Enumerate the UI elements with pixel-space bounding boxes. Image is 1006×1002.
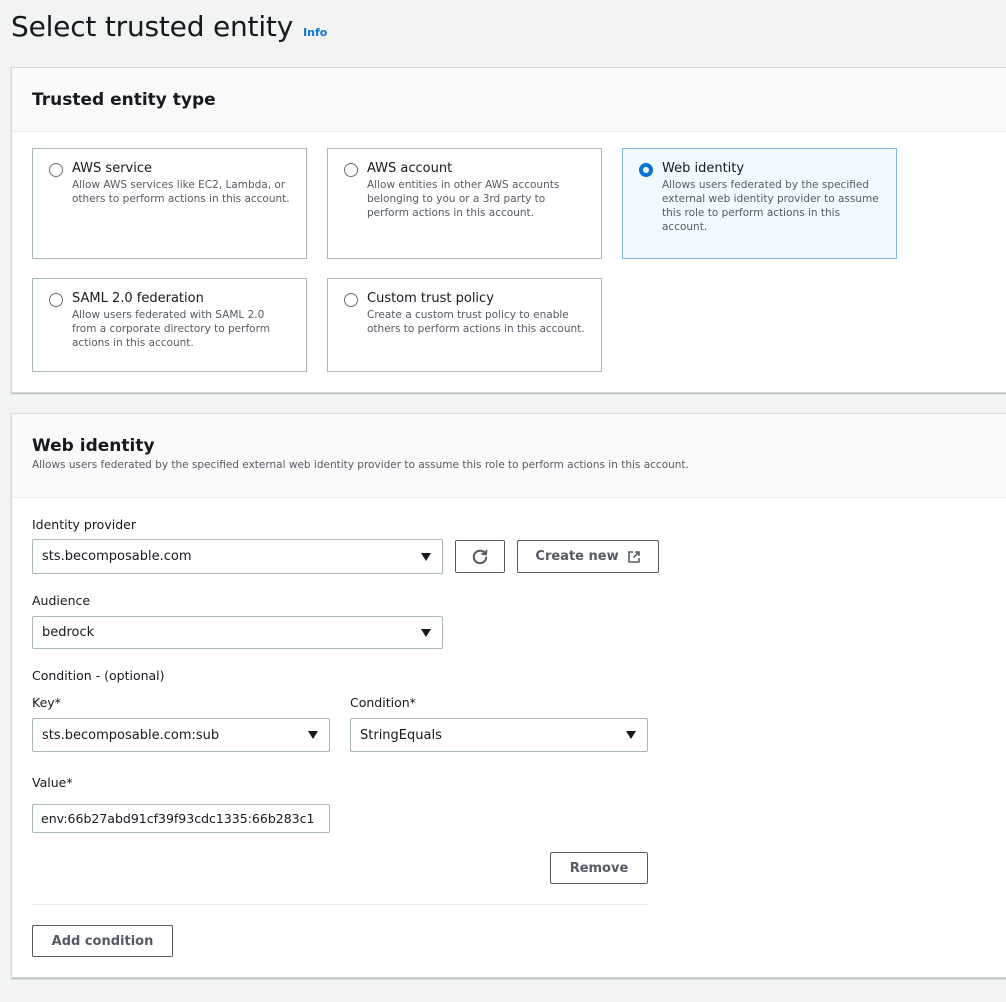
condition-value: StringEquals	[360, 727, 442, 743]
add-condition-button[interactable]: Add condition	[32, 925, 173, 957]
caret-down-icon	[421, 552, 431, 561]
audience-label: Audience	[32, 593, 91, 608]
trusted-entity-panel: Trusted entity type AWS service Allow AW…	[11, 67, 1006, 393]
condition-select[interactable]: StringEquals	[350, 718, 648, 752]
value-label: Value*	[32, 775, 73, 790]
tile-description: Allow AWS services like EC2, Lambda, or …	[72, 179, 290, 205]
tile-description: Allows users federated by the specified …	[662, 179, 879, 233]
tile-aws-account[interactable]: AWS account Allow entities in other AWS …	[327, 148, 602, 259]
audience-value: bedrock	[42, 625, 95, 640]
tile-description: Allow entities in other AWS accounts bel…	[367, 179, 560, 219]
key-select[interactable]: sts.becomposable.com:sub	[32, 718, 330, 752]
caret-down-icon	[308, 731, 318, 739]
remove-button[interactable]: Remove	[550, 852, 648, 884]
radio-custom-trust-policy[interactable]	[344, 293, 358, 307]
web-identity-panel: Web identity Allows users federated by t…	[11, 413, 1006, 978]
tile-web-identity[interactable]: Web identity Allows users federated by t…	[622, 148, 897, 259]
web-identity-heading: Web identity	[32, 436, 155, 456]
tile-title: Custom trust policy	[367, 291, 494, 306]
refresh-icon	[472, 549, 488, 564]
value-input[interactable]	[32, 804, 330, 833]
tile-saml-federation[interactable]: SAML 2.0 federation Allow users federate…	[32, 278, 307, 372]
page-header: Select trusted entity Info	[11, 10, 327, 43]
tile-custom-trust-policy[interactable]: Custom trust policy Create a custom trus…	[327, 278, 602, 372]
web-identity-description: Allows users federated by the specified …	[32, 459, 689, 471]
key-value: sts.becomposable.com:sub	[42, 727, 220, 743]
page-title: Select trusted entity	[11, 10, 294, 43]
radio-saml-federation[interactable]	[49, 293, 63, 307]
identity-provider-value: sts.becomposable.com	[42, 549, 192, 564]
trusted-entity-panel-header: Trusted entity type	[12, 68, 1006, 132]
trusted-entity-heading: Trusted entity type	[32, 90, 216, 110]
condition-section-label: Condition - (optional)	[32, 668, 165, 683]
caret-down-icon	[421, 628, 431, 637]
divider	[32, 904, 648, 905]
tile-description: Create a custom trust policy to enable o…	[367, 309, 585, 335]
tile-title: AWS account	[367, 161, 453, 176]
tile-title: AWS service	[72, 161, 152, 176]
key-label: Key*	[32, 695, 61, 710]
audience-select[interactable]: bedrock	[32, 616, 443, 649]
tile-title: Web identity	[662, 161, 745, 176]
caret-down-icon	[626, 731, 636, 739]
tile-title: SAML 2.0 federation	[72, 291, 204, 306]
condition-label: Condition*	[350, 695, 416, 710]
create-new-button[interactable]: Create new	[517, 540, 659, 573]
identity-provider-label: Identity provider	[32, 517, 136, 532]
radio-aws-service[interactable]	[49, 163, 63, 177]
identity-provider-select[interactable]: sts.becomposable.com	[32, 539, 443, 574]
refresh-button[interactable]	[455, 540, 505, 573]
web-identity-panel-header: Web identity Allows users federated by t…	[12, 414, 1006, 498]
info-link[interactable]: Info	[303, 26, 327, 39]
create-new-label: Create new	[535, 549, 619, 564]
tile-description: Allow users federated with SAML 2.0 from…	[72, 309, 270, 349]
tile-aws-service[interactable]: AWS service Allow AWS services like EC2,…	[32, 148, 307, 259]
external-link-icon	[627, 550, 640, 563]
radio-aws-account[interactable]	[344, 163, 358, 177]
radio-web-identity[interactable]	[639, 163, 653, 177]
